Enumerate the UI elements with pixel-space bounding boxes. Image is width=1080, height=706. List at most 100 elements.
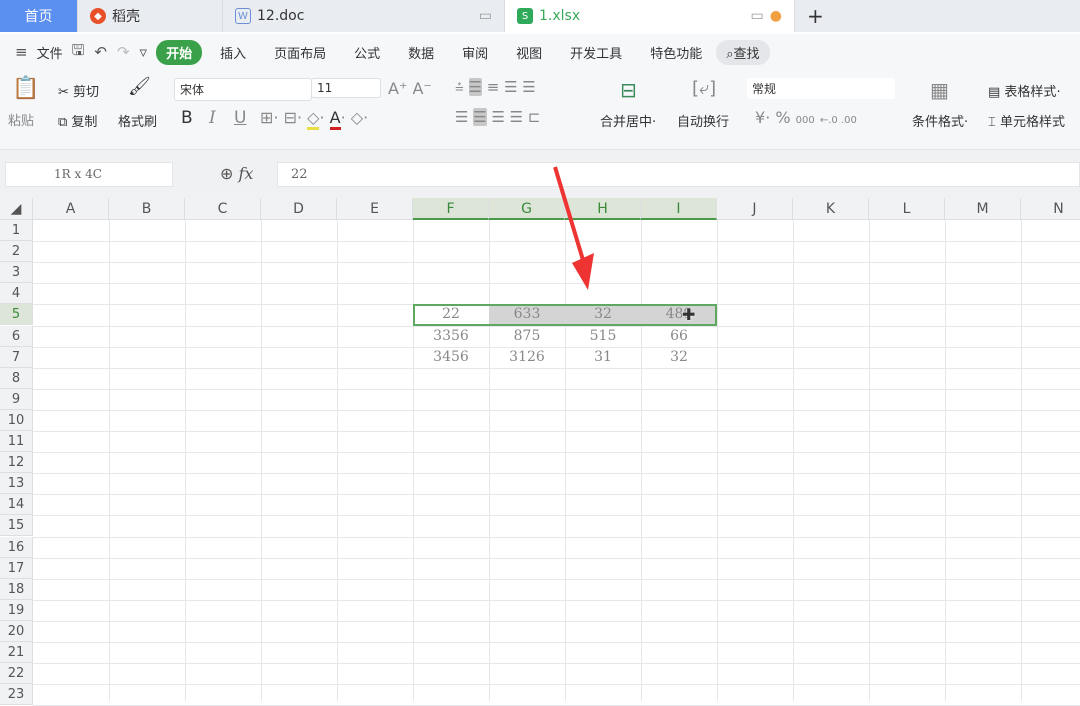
cell-F7[interactable]: 3456	[413, 347, 489, 368]
row-header[interactable]: 6	[0, 325, 33, 347]
border-icon[interactable]: ⊞· ⊟· ◇· A· ◇·	[260, 108, 368, 130]
font-select[interactable]: 宋体	[174, 78, 312, 101]
save-icon[interactable]: 🖫	[67, 40, 90, 65]
column-header[interactable]: N	[1021, 198, 1080, 220]
row-header[interactable]: 8	[0, 367, 33, 389]
menu-features[interactable]: 特色功能	[636, 43, 716, 62]
menu-page-layout[interactable]: 页面布局	[260, 43, 340, 62]
grid-line	[33, 557, 1080, 559]
align-left-icon[interactable]: ☰ ☰ ☰ ☰ ⊏	[455, 108, 540, 126]
row-header[interactable]: 2	[0, 241, 33, 263]
name-box[interactable]: 1R x 4C	[5, 162, 173, 187]
tab-12-doc[interactable]: W 12.doc ▭	[223, 0, 505, 32]
row-header[interactable]: 5	[0, 304, 33, 326]
grid-line	[33, 367, 1080, 369]
column-header[interactable]: L	[869, 198, 945, 220]
row-header[interactable]: 14	[0, 494, 33, 516]
menu-insert[interactable]: 插入	[206, 43, 260, 62]
column-header[interactable]: B	[109, 198, 185, 220]
column-header[interactable]: A	[33, 198, 109, 220]
table-style-button[interactable]: ▤ 表格样式·	[988, 81, 1061, 100]
column-header[interactable]: M	[945, 198, 1021, 220]
select-all-corner[interactable]: ◢	[0, 198, 33, 220]
spreadsheet-grid[interactable]: ◢ A B C D E F G H I J K L M N 1 2 3 4 5 6 7 8 9 10 11 12 13 14 15 16 17…	[0, 198, 1080, 706]
tab-home[interactable]: 首页	[0, 0, 78, 32]
column-header[interactable]: K	[793, 198, 869, 220]
undo-icon[interactable]: ↶	[89, 43, 112, 61]
cell-I6[interactable]: 66	[641, 326, 717, 347]
find-button[interactable]: ⌕查找	[716, 39, 770, 65]
menu-start[interactable]: 开始	[156, 39, 203, 65]
brush-icon[interactable]: 🖌	[128, 76, 151, 97]
row-header[interactable]: 10	[0, 409, 33, 431]
row-header[interactable]: 20	[0, 620, 33, 642]
row-header[interactable]: 22	[0, 663, 33, 685]
cell-H7[interactable]: 31	[565, 347, 641, 368]
column-header[interactable]: F	[413, 198, 489, 220]
menu-review[interactable]: 审阅	[448, 43, 502, 62]
row-header[interactable]: 21	[0, 642, 33, 664]
cut-button[interactable]: ✂ 剪切	[58, 81, 99, 100]
cell-H6[interactable]: 515	[565, 326, 641, 347]
underline-button[interactable]: U	[234, 108, 246, 128]
formula-icons[interactable]: ⊕ fx	[220, 164, 253, 183]
cell-I7[interactable]: 32	[641, 347, 717, 368]
column-header[interactable]: J	[717, 198, 793, 220]
cell-G6[interactable]: 875	[489, 326, 565, 347]
paste-icon[interactable]: 📋	[12, 76, 39, 101]
merge-center-button[interactable]: 合并居中·	[600, 111, 656, 130]
new-tab-button[interactable]: +	[795, 0, 836, 32]
column-header[interactable]: D	[261, 198, 337, 220]
monitor-icon[interactable]: ▭	[479, 8, 492, 24]
row-header[interactable]: 18	[0, 578, 33, 600]
row-header[interactable]: 4	[0, 283, 33, 305]
number-format-select[interactable]: 常规	[747, 78, 895, 99]
formula-input[interactable]: 22	[277, 162, 1080, 187]
font-size-select[interactable]: 11	[311, 78, 381, 98]
monitor-icon[interactable]: ▭	[751, 8, 764, 24]
column-header[interactable]: E	[337, 198, 413, 220]
currency-button[interactable]: ¥· % 000 ←.0 .00	[755, 108, 857, 127]
row-header[interactable]: 16	[0, 536, 33, 558]
menu-view[interactable]: 视图	[502, 43, 556, 62]
row-header[interactable]: 12	[0, 452, 33, 474]
cell-G7[interactable]: 3126	[489, 347, 565, 368]
copy-button[interactable]: ⧉ 复制	[58, 111, 97, 130]
column-header[interactable]: C	[185, 198, 261, 220]
paste-button[interactable]: 粘贴	[8, 110, 34, 129]
row-header[interactable]: 13	[0, 473, 33, 495]
font-grow-icon[interactable]: A⁺ A⁻	[388, 79, 432, 98]
hamburger-icon[interactable]: ≡	[10, 43, 33, 61]
menu-file[interactable]: 文件	[33, 43, 67, 62]
menu-data[interactable]: 数据	[394, 43, 448, 62]
wrap-text-button[interactable]: 自动换行	[677, 111, 729, 130]
conditional-format-icon[interactable]: ▦	[930, 78, 949, 102]
more-icon[interactable]: ▿	[135, 43, 153, 61]
wrap-icon[interactable]: [⤶]	[692, 78, 716, 99]
format-painter-button[interactable]: 格式刷	[118, 111, 157, 130]
italic-button[interactable]: I	[209, 108, 216, 128]
tab-daoke[interactable]: ◆ 稻壳	[78, 0, 223, 32]
cell-style-button[interactable]: ⌶ 单元格样式	[988, 111, 1065, 130]
conditional-format-button[interactable]: 条件格式·	[912, 111, 968, 130]
row-header[interactable]: 19	[0, 599, 33, 621]
merge-icon[interactable]: ⊟	[620, 78, 637, 102]
grid-line	[869, 220, 870, 701]
zoom-icon[interactable]: ⊕	[220, 164, 233, 183]
row-header[interactable]: 23	[0, 684, 33, 706]
bold-button[interactable]: B	[181, 108, 193, 128]
row-header[interactable]: 17	[0, 557, 33, 579]
menu-formula[interactable]: 公式	[340, 43, 394, 62]
column-header[interactable]: I	[641, 198, 717, 220]
row-header[interactable]: 1	[0, 220, 33, 242]
cell-F6[interactable]: 3356	[413, 326, 489, 347]
row-header[interactable]: 3	[0, 262, 33, 284]
row-header[interactable]: 11	[0, 431, 33, 453]
align-top-icon[interactable]: ⩮ ☰ ≡ ☰ ☰	[455, 78, 536, 96]
menu-developer[interactable]: 开发工具	[556, 43, 636, 62]
row-header[interactable]: 7	[0, 346, 33, 368]
row-header[interactable]: 15	[0, 515, 33, 537]
tab-1-xlsx[interactable]: S 1.xlsx ▭ ●	[505, 0, 795, 32]
redo-icon[interactable]: ↷	[112, 43, 135, 61]
row-header[interactable]: 9	[0, 388, 33, 410]
